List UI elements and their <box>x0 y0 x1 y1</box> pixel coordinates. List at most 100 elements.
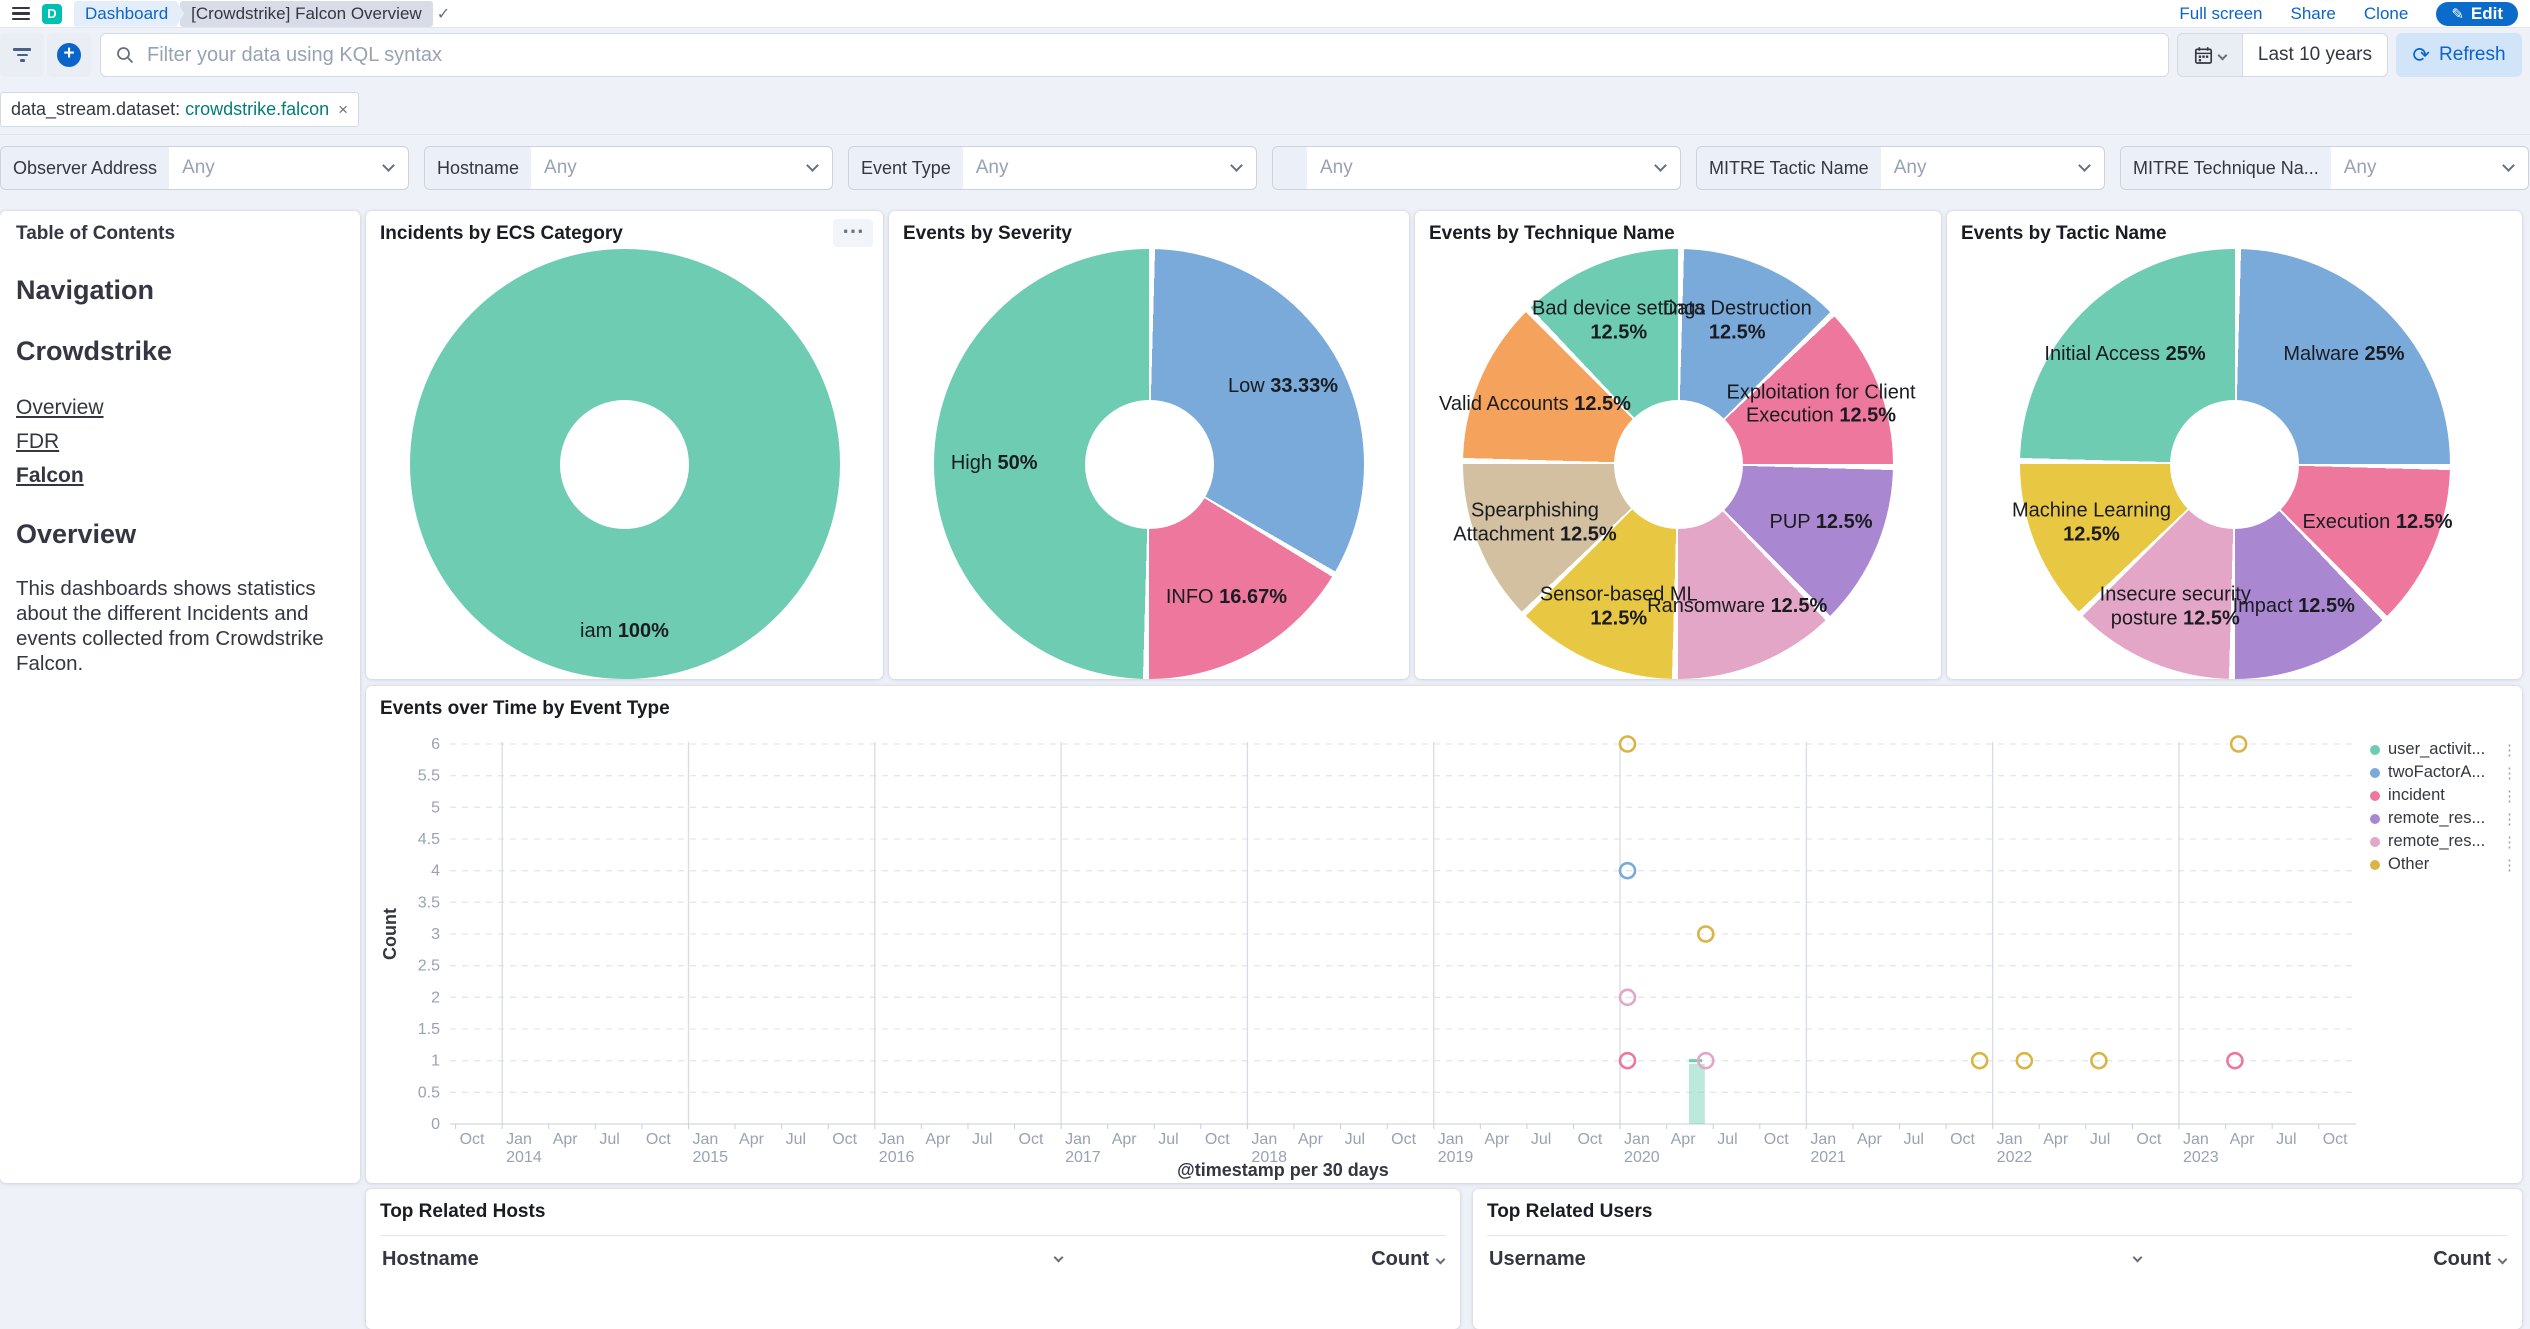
legend-color-dot <box>2370 860 2380 870</box>
panel-events-by-tactic-name: Events by Tactic Name Malware 25%Executi… <box>1947 211 2522 679</box>
svg-text:2015: 2015 <box>692 1149 728 1166</box>
control-dropdown-hostname[interactable]: Hostname Any <box>424 146 833 190</box>
svg-text:Oct: Oct <box>2136 1131 2161 1148</box>
svg-text:Apr: Apr <box>1298 1131 1324 1148</box>
clone-link[interactable]: Clone <box>2364 4 2408 24</box>
donut-chart[interactable]: iam 100% <box>410 249 840 679</box>
svg-text:Jan: Jan <box>1810 1131 1836 1148</box>
svg-text:Jan: Jan <box>1997 1131 2023 1148</box>
svg-text:Jul: Jul <box>1904 1131 1924 1148</box>
column-header-count[interactable]: Count <box>2433 1248 2506 1271</box>
panel-title: Table of Contents <box>16 223 344 245</box>
legend-actions-icon[interactable]: ⋮ <box>2502 787 2516 805</box>
legend-label: remote_res... <box>2388 809 2494 828</box>
donut-hole <box>560 400 689 529</box>
control-value: Any <box>963 157 1232 179</box>
svg-text:Jul: Jul <box>1345 1131 1365 1148</box>
refresh-icon: ⟳ <box>2412 43 2430 68</box>
svg-text:Jul: Jul <box>2090 1131 2110 1148</box>
svg-text:Jan: Jan <box>506 1131 532 1148</box>
control-dropdown-observer-address[interactable]: Observer Address Any <box>0 146 409 190</box>
control-dropdown-mitre-technique-na[interactable]: MITRE Technique Na... Any <box>2120 146 2529 190</box>
full-screen-link[interactable]: Full screen <box>2179 4 2262 24</box>
panel-top-related-hosts: Top Related Hosts Hostname Count <box>366 1189 1460 1329</box>
svg-text:2.5: 2.5 <box>418 958 440 975</box>
date-quick-select-button[interactable] <box>2177 33 2243 77</box>
svg-text:Jul: Jul <box>2276 1131 2296 1148</box>
kql-input[interactable] <box>145 43 2154 68</box>
donut-chart[interactable]: Low 33.33%INFO 16.67%High 50% <box>934 249 1364 679</box>
svg-text:@timestamp per 30 days: @timestamp per 30 days <box>1177 1160 1389 1180</box>
kql-search-box[interactable] <box>100 33 2169 77</box>
panel-options-icon[interactable]: ⋯ <box>833 219 873 247</box>
column-header-username[interactable]: Username <box>1489 1248 1586 1271</box>
svg-text:2014: 2014 <box>506 1149 542 1166</box>
legend-item-other[interactable]: Other ⋮ <box>2370 853 2516 876</box>
add-filter-button[interactable]: + <box>47 33 91 77</box>
chevron-down-icon <box>2502 159 2515 172</box>
legend-actions-icon[interactable]: ⋮ <box>2502 764 2516 782</box>
control-dropdown-event-type[interactable]: Event Type Any <box>848 146 1257 190</box>
svg-text:Jul: Jul <box>1158 1131 1178 1148</box>
refresh-button[interactable]: ⟳ Refresh <box>2396 33 2522 77</box>
toc-heading-crowdstrike: Crowdstrike <box>16 336 344 367</box>
remove-filter-icon[interactable]: × <box>338 100 348 120</box>
legend-actions-icon[interactable]: ⋮ <box>2502 810 2516 828</box>
control-dropdown-3[interactable]: Any <box>1272 146 1681 190</box>
svg-text:Jan: Jan <box>1438 1131 1464 1148</box>
svg-text:2021: 2021 <box>1810 1149 1846 1166</box>
svg-text:Oct: Oct <box>1019 1131 1044 1148</box>
toc-link-fdr[interactable]: FDR <box>16 429 344 455</box>
legend-label: remote_res... <box>2388 832 2494 851</box>
menu-icon[interactable] <box>12 7 30 21</box>
control-dropdown-mitre-tactic-name[interactable]: MITRE Tactic Name Any <box>1696 146 2105 190</box>
svg-text:4: 4 <box>431 863 440 880</box>
filter-menu-button[interactable] <box>0 33 44 77</box>
calendar-icon <box>2194 46 2213 65</box>
legend-label: Other <box>2388 855 2494 874</box>
time-range-display[interactable]: Last 10 years <box>2243 33 2388 77</box>
chevron-down-icon <box>2498 1255 2508 1265</box>
legend-item-useractivit[interactable]: user_activit... ⋮ <box>2370 738 2516 761</box>
svg-text:0: 0 <box>431 1116 440 1133</box>
legend-actions-icon[interactable]: ⋮ <box>2502 856 2516 874</box>
svg-text:Jan: Jan <box>692 1131 718 1148</box>
column-header-hostname[interactable]: Hostname <box>382 1248 479 1271</box>
toc-link-overview[interactable]: Overview <box>16 395 344 421</box>
dashboard-logo[interactable]: D <box>42 4 62 24</box>
panel-title: Events by Technique Name <box>1415 211 1941 247</box>
svg-text:3.5: 3.5 <box>418 894 440 911</box>
plus-icon: + <box>57 43 81 67</box>
svg-text:5: 5 <box>431 799 440 816</box>
svg-text:3: 3 <box>431 926 440 943</box>
svg-text:Jul: Jul <box>1717 1131 1737 1148</box>
legend-item-incident[interactable]: incident ⋮ <box>2370 784 2516 807</box>
legend-item-remoteres[interactable]: remote_res... ⋮ <box>2370 830 2516 853</box>
svg-text:5.5: 5.5 <box>418 768 440 785</box>
breadcrumb-dashboard[interactable]: Dashboard <box>74 1 184 27</box>
legend-item-twofactora[interactable]: twoFactorA... ⋮ <box>2370 761 2516 784</box>
chevron-down-icon <box>2078 159 2091 172</box>
chevron-down-icon[interactable] <box>1054 1253 1064 1263</box>
share-link[interactable]: Share <box>2291 4 2336 24</box>
svg-text:Oct: Oct <box>1764 1131 1789 1148</box>
edit-button[interactable]: ✎ Edit <box>2436 2 2518 26</box>
events-over-time-chart[interactable]: 00.511.522.533.544.555.56OctJan2014AprJu… <box>376 728 2366 1180</box>
svg-text:2: 2 <box>431 989 440 1006</box>
top-navbar: D Dashboard [Crowdstrike] Falcon Overvie… <box>0 0 2530 28</box>
legend-actions-icon[interactable]: ⋮ <box>2502 741 2516 759</box>
toc-link-falcon[interactable]: Falcon <box>16 463 344 489</box>
filter-pill-dataset[interactable]: data_stream.dataset: crowdstrike.falcon … <box>0 92 359 127</box>
toc-heading-navigation: Navigation <box>16 275 344 306</box>
filter-icon <box>13 48 31 62</box>
toc-description: This dashboards shows statistics about t… <box>16 576 344 676</box>
filter-pill-value: crowdstrike.falcon <box>185 99 329 120</box>
column-header-count[interactable]: Count <box>1371 1248 1444 1271</box>
donut-chart[interactable]: Malware 25%Execution 12.5%Impact 12.5%In… <box>2020 249 2450 679</box>
legend-item-remoteres[interactable]: remote_res... ⋮ <box>2370 807 2516 830</box>
chevron-down-icon[interactable] <box>2132 1253 2142 1263</box>
legend-actions-icon[interactable]: ⋮ <box>2502 833 2516 851</box>
donut-chart[interactable]: Data Destruction 12.5%Exploitation for C… <box>1463 249 1893 679</box>
control-label: Event Type <box>849 147 963 189</box>
svg-text:Apr: Apr <box>553 1131 579 1148</box>
